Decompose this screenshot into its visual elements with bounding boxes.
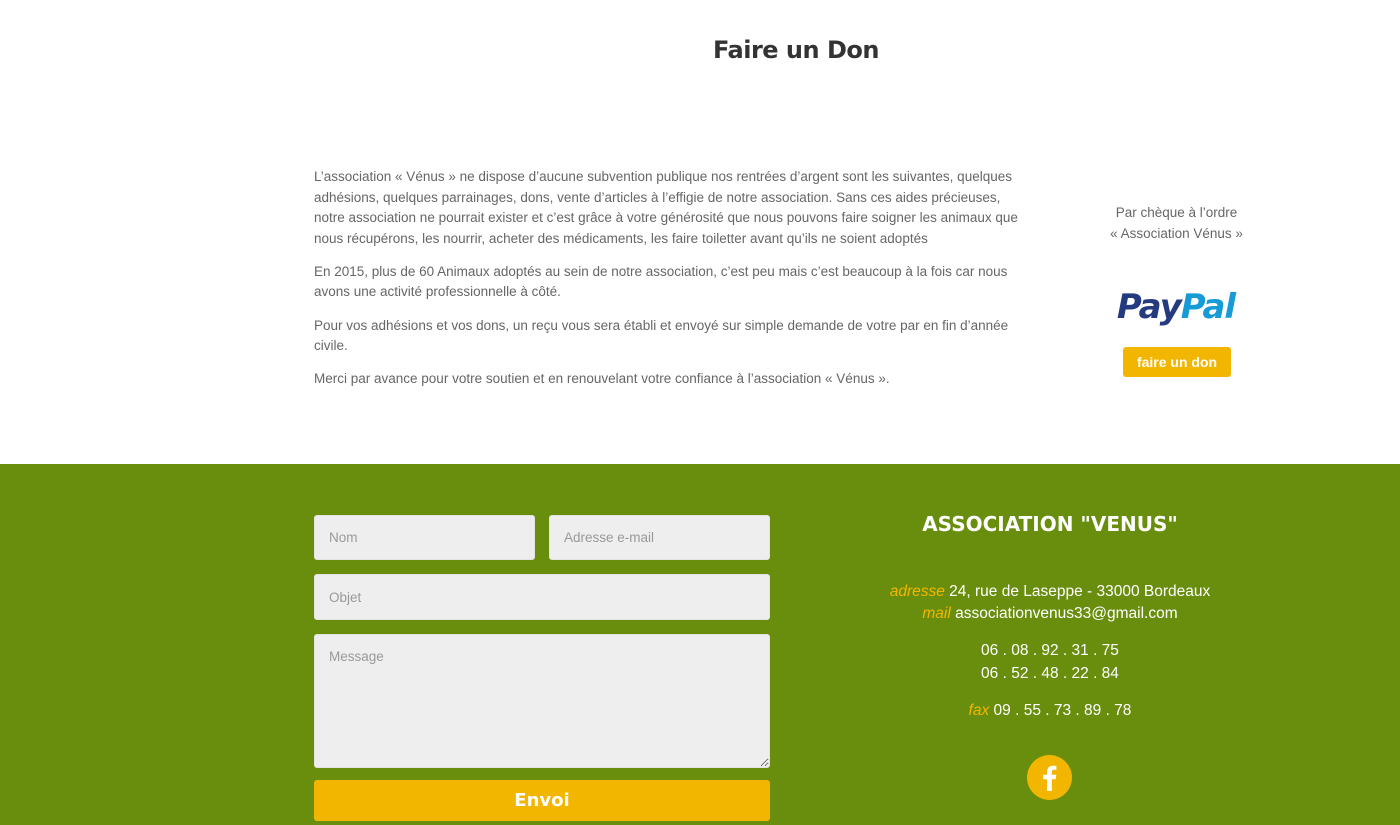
paypal-pay: Pay bbox=[1117, 287, 1184, 327]
association-title: ASSOCIATION "VENUS" bbox=[922, 512, 1178, 536]
donation-text: L’association « Vénus » ne dispose d’auc… bbox=[314, 167, 1029, 402]
svg-text:PayPal: PayPal bbox=[1117, 287, 1238, 327]
paypal-pal: Pal bbox=[1181, 287, 1238, 327]
address-line: adresse 24, rue de Laseppe - 33000 Borde… bbox=[870, 581, 1230, 603]
fax-label: fax bbox=[968, 702, 990, 719]
phone-1: 06 . 08 . 92 . 31 . 75 bbox=[981, 642, 1119, 659]
paypal-logo[interactable]: PayPal bbox=[1106, 282, 1246, 330]
submit-button[interactable]: Envoi bbox=[314, 780, 770, 821]
donation-section: Faire un Don L’association « Vénus » ne … bbox=[0, 0, 1400, 464]
mail-line: mail associationvenus33@gmail.com bbox=[870, 603, 1230, 625]
email-input[interactable] bbox=[549, 515, 770, 560]
paragraph: Merci par avance pour votre soutien et e… bbox=[314, 371, 890, 387]
subject-input[interactable] bbox=[314, 574, 770, 620]
cheque-info: Par chèque à l’ordre « Association Vénus… bbox=[1100, 203, 1253, 244]
page-title: Faire un Don bbox=[713, 36, 879, 64]
address-value: 24, rue de Laseppe - 33000 Bordeaux bbox=[949, 583, 1211, 600]
cheque-line: Par chèque à l’ordre bbox=[1115, 205, 1238, 220]
message-textarea[interactable] bbox=[314, 634, 770, 768]
address-label: adresse bbox=[889, 583, 945, 600]
fax-line: fax 09 . 55 . 73 . 89 . 78 bbox=[870, 700, 1230, 722]
name-input[interactable] bbox=[314, 515, 535, 560]
phone-2: 06 . 52 . 48 . 22 . 84 bbox=[981, 665, 1119, 682]
mail-label: mail bbox=[922, 605, 951, 622]
facebook-icon bbox=[1043, 765, 1057, 791]
fax-value: 09 . 55 . 73 . 89 . 78 bbox=[993, 702, 1132, 719]
cheque-line: « Association Vénus » bbox=[1110, 225, 1243, 241]
paragraph: L’association « Vénus » ne dispose d’auc… bbox=[314, 169, 1018, 246]
donate-button[interactable]: faire un don bbox=[1123, 347, 1231, 377]
footer: Envoi ASSOCIATION "VENUS" adresse 24, ru… bbox=[0, 464, 1400, 825]
paragraph: En 2015, plus de 60 Animaux adoptés au s… bbox=[314, 263, 1008, 300]
mail-link[interactable]: associationvenus33@gmail.com bbox=[955, 605, 1178, 622]
facebook-link[interactable] bbox=[1027, 755, 1072, 800]
paragraph: Pour vos adhésions et vos dons, un reçu … bbox=[314, 317, 1009, 354]
page: Faire un Don L’association « Vénus » ne … bbox=[0, 0, 1400, 825]
